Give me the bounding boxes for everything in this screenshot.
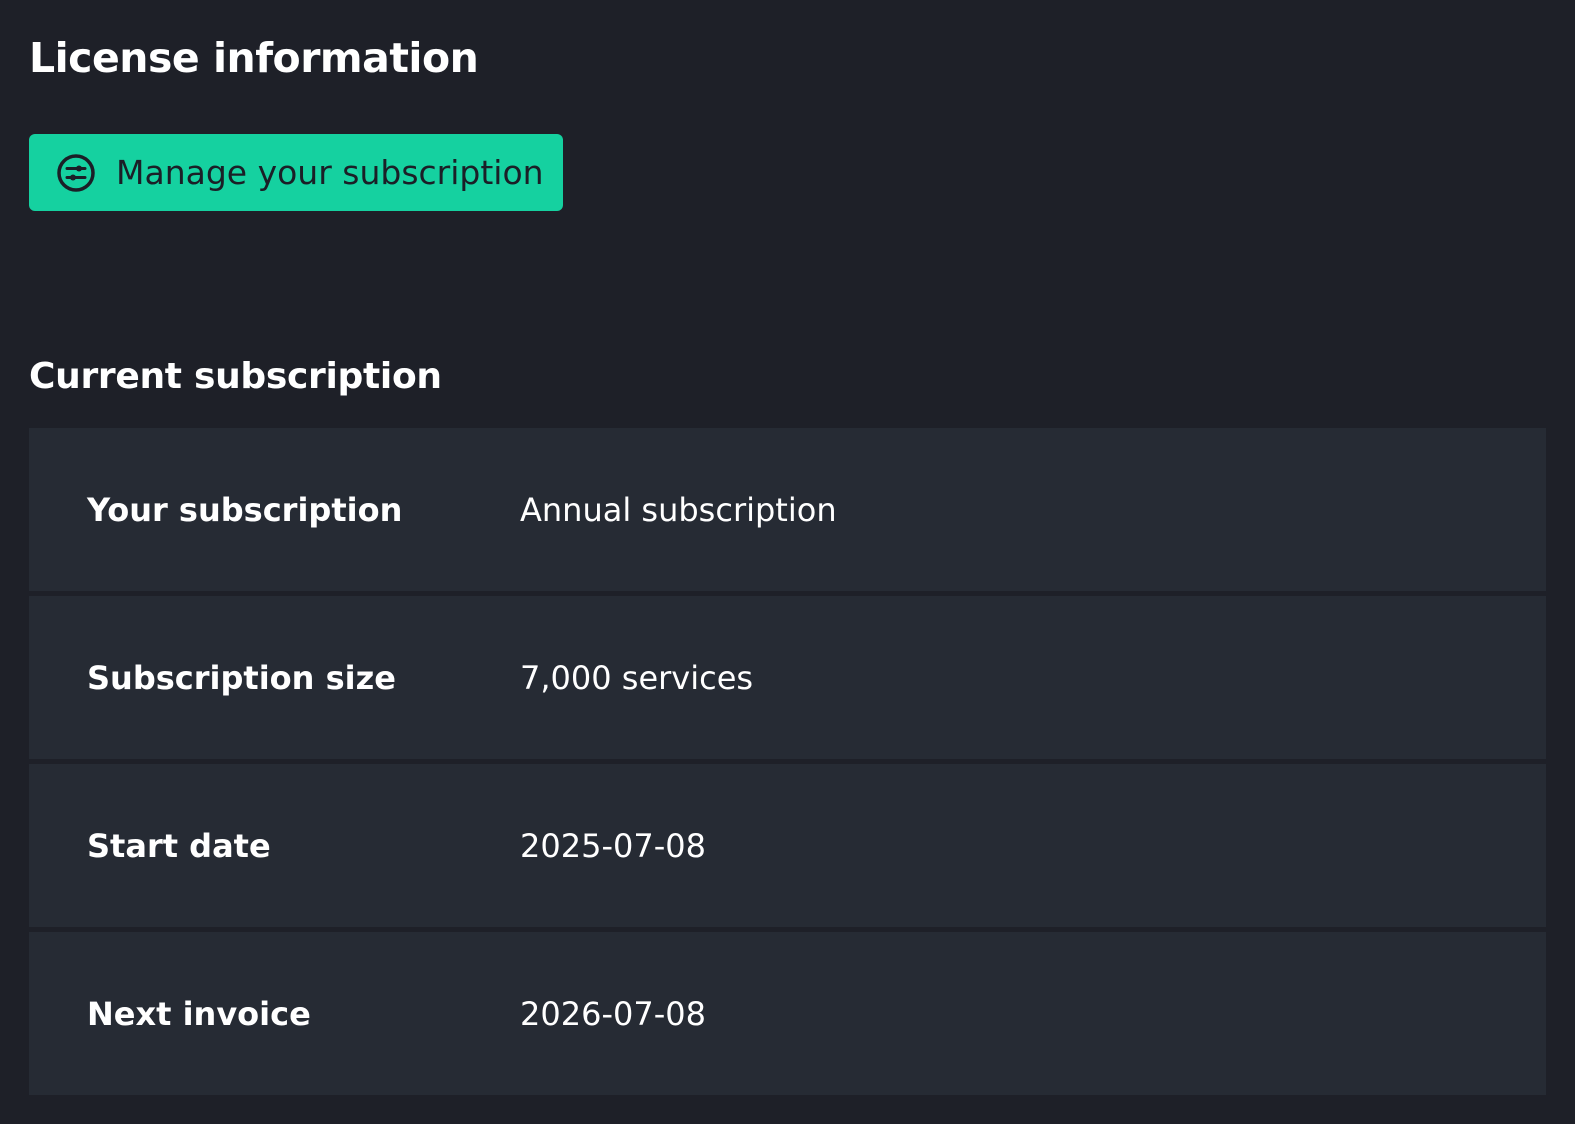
sliders-circle-icon — [56, 153, 96, 193]
row-value: Annual subscription — [520, 490, 837, 529]
subscription-row-start-date: Start date 2025-07-08 — [29, 764, 1546, 927]
row-label: Next invoice — [87, 994, 311, 1033]
row-value: 2025-07-08 — [520, 826, 706, 865]
row-value: 2026-07-08 — [520, 994, 706, 1033]
row-label: Your subscription — [87, 490, 403, 529]
row-label: Subscription size — [87, 658, 396, 697]
subscription-details-table: Your subscription Annual subscription Su… — [29, 428, 1546, 1095]
current-subscription-heading: Current subscription — [29, 356, 442, 397]
page-title: License information — [29, 34, 479, 82]
row-label: Start date — [87, 826, 271, 865]
subscription-row-size: Subscription size 7,000 services — [29, 596, 1546, 759]
manage-subscription-label: Manage your subscription — [116, 153, 544, 192]
subscription-row-type: Your subscription Annual subscription — [29, 428, 1546, 591]
subscription-row-next-invoice: Next invoice 2026-07-08 — [29, 932, 1546, 1095]
row-value: 7,000 services — [520, 658, 754, 697]
manage-subscription-button[interactable]: Manage your subscription — [29, 134, 563, 211]
license-page: License information Manage your subscrip… — [0, 0, 1575, 1124]
